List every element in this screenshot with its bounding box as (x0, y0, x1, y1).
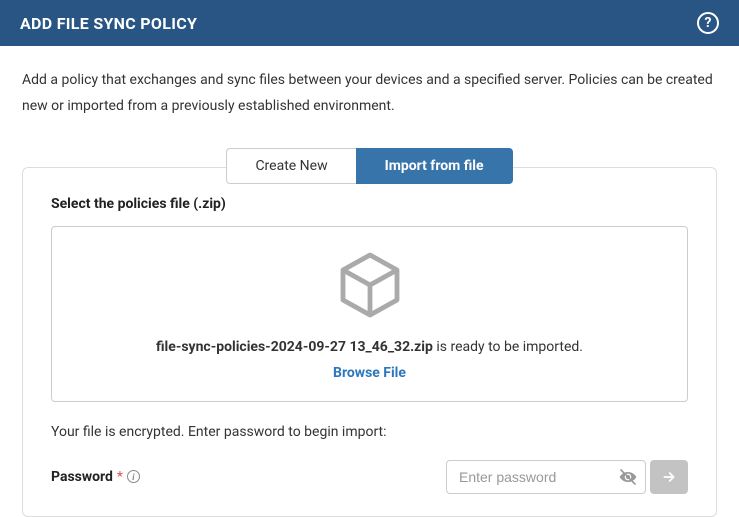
password-row: Password * i (51, 460, 688, 494)
password-input-group (446, 460, 688, 494)
encrypted-note: Your file is encrypted. Enter password t… (51, 424, 688, 440)
password-input-wrap (446, 460, 646, 494)
password-label-text: Password (51, 469, 113, 485)
ready-text: is ready to be imported. (433, 339, 583, 355)
dialog-title: ADD FILE SYNC POLICY (20, 14, 197, 33)
selected-file-name: file-sync-policies-2024-09-27 13_46_32.z… (156, 339, 433, 355)
toggle-password-visibility-icon[interactable] (618, 467, 638, 487)
select-file-label: Select the policies file (.zip) (51, 196, 688, 212)
submit-password-button[interactable] (650, 460, 688, 494)
dialog-header: ADD FILE SYNC POLICY ? (0, 0, 739, 46)
required-indicator: * (117, 469, 123, 485)
card-wrapper: Create New Import from file Select the p… (22, 148, 717, 517)
tab-import-from-file[interactable]: Import from file (356, 148, 513, 184)
info-icon[interactable]: i (127, 470, 140, 483)
password-input[interactable] (446, 460, 646, 494)
dialog-body: Add a policy that exchanges and sync fil… (0, 46, 739, 517)
password-label: Password * i (51, 469, 140, 485)
tab-group: Create New Import from file (22, 148, 717, 184)
package-icon (72, 249, 667, 321)
browse-file-link[interactable]: Browse File (72, 365, 667, 381)
arrow-right-icon (661, 469, 677, 485)
file-dropzone[interactable]: file-sync-policies-2024-09-27 13_46_32.z… (51, 226, 688, 402)
tab-create-new[interactable]: Create New (226, 148, 355, 184)
help-icon[interactable]: ? (697, 12, 719, 34)
file-status-text: file-sync-policies-2024-09-27 13_46_32.z… (72, 339, 667, 355)
import-card: Select the policies file (.zip) file-syn… (22, 167, 717, 517)
description-text: Add a policy that exchanges and sync fil… (22, 68, 717, 120)
